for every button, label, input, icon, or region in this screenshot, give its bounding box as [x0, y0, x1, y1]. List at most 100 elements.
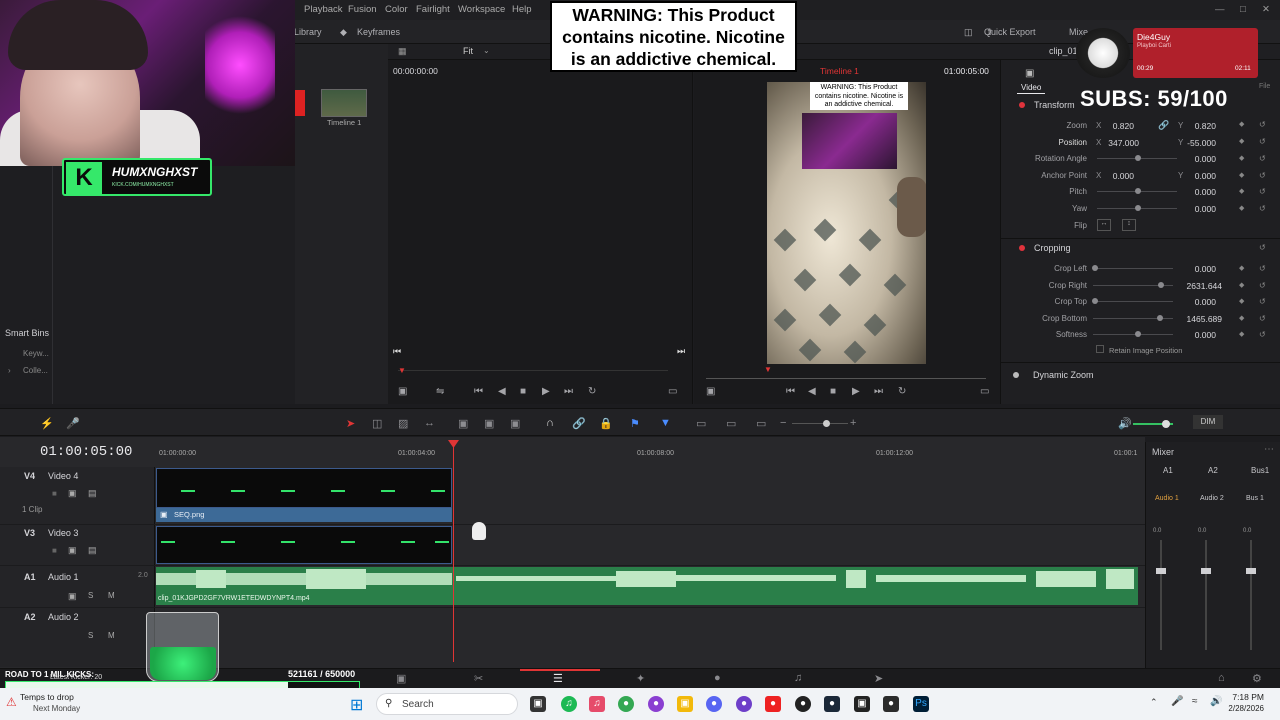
taskbar-search[interactable]: ⚲ Search [376, 693, 518, 715]
fusion-page-icon[interactable]: ✦ [636, 672, 645, 685]
insert-clip-icon[interactable]: ▣ [458, 417, 468, 430]
crop-top-knob[interactable] [1092, 298, 1098, 304]
flag-icon[interactable]: ⚑ [630, 417, 640, 430]
zoom-detail-icon[interactable]: ▭ [726, 417, 736, 430]
taskbar-time[interactable]: 7:18 PM [1224, 692, 1264, 702]
softness-field[interactable]: 0.000 [1172, 330, 1216, 340]
fader-a2[interactable] [1205, 540, 1207, 650]
timeline-selector[interactable]: Timeline 1 [820, 66, 859, 76]
chrome-icon[interactable]: ● [618, 696, 634, 712]
retain-position-checkbox[interactable] [1096, 345, 1104, 353]
auto-select-icon[interactable]: ▣ [68, 488, 77, 499]
keyframe-icon[interactable]: ◆ [1239, 187, 1244, 195]
viewer-layout-icon[interactable]: ▦ [398, 46, 407, 57]
task-view-icon[interactable]: ▣ [530, 696, 546, 712]
video-clip-v3[interactable] [156, 526, 452, 564]
terminal-icon[interactable]: ▣ [854, 696, 870, 712]
edit-page-icon[interactable]: ☰ [553, 672, 563, 685]
track-name-v4[interactable]: Video 4 [48, 471, 78, 481]
menu-fusion[interactable]: Fusion [348, 4, 377, 15]
softness-knob[interactable] [1135, 331, 1141, 337]
volume-icon[interactable]: 🔊 [1118, 417, 1132, 430]
windows-start-icon[interactable]: ⊞ [350, 695, 363, 715]
bin-collections[interactable]: Colle... [23, 366, 48, 375]
zoom-custom-icon[interactable]: ▭ [756, 417, 766, 430]
menu-fairlight[interactable]: Fairlight [416, 4, 450, 15]
keyframes-button[interactable]: Keyframes [357, 27, 400, 37]
menu-playback[interactable]: Playback [304, 4, 343, 15]
keyframe-icon[interactable]: ◆ [1239, 281, 1244, 289]
lock-icon[interactable]: ■ [52, 489, 57, 498]
weather-icon[interactable]: ⚠ [6, 695, 17, 709]
timeline-view-icon[interactable]: ⚡ [40, 417, 54, 430]
audio-clip-a1-label[interactable]: clip_01KJGPD2GF7VRW1ETEDWDYNPT4.mp4 [158, 595, 310, 602]
deliver-page-icon[interactable]: ➤ [874, 672, 883, 685]
auto-select-icon[interactable]: ▣ [68, 591, 77, 602]
source-scrubber[interactable] [398, 370, 668, 371]
reset-icon[interactable]: ↺ [1259, 330, 1266, 339]
reset-icon[interactable]: ↺ [1259, 137, 1266, 146]
go-to-end-icon[interactable]: ⏭ [677, 346, 685, 357]
trim-tool-icon[interactable]: ◫ [372, 417, 382, 430]
lock-icon[interactable]: ■ [52, 546, 57, 555]
crop-left-field[interactable]: 0.000 [1172, 264, 1216, 274]
play-icon[interactable]: ▶ [542, 386, 550, 397]
reset-icon[interactable]: ↺ [1259, 171, 1266, 180]
dynamic-zoom-enable-dot[interactable] [1013, 372, 1019, 378]
snapping-icon[interactable]: ∩ [546, 417, 554, 429]
selection-tool-icon[interactable]: ➤ [346, 417, 355, 430]
track-visibility-icon[interactable]: ▤ [88, 488, 97, 499]
dim-button[interactable]: DIM [1193, 415, 1223, 429]
blade-tool-icon[interactable]: ▨ [398, 417, 408, 430]
media-page-icon[interactable]: ▣ [396, 672, 406, 685]
go-to-start-icon[interactable]: ⏮ [393, 346, 401, 357]
reset-icon[interactable]: ↺ [1259, 204, 1266, 213]
crop-top-field[interactable]: 0.000 [1172, 297, 1216, 307]
timeline-thumbnail[interactable] [321, 89, 367, 117]
crop-top-slider[interactable] [1093, 301, 1173, 302]
reset-icon[interactable]: ↺ [1259, 264, 1266, 273]
keyframe-icon[interactable]: ◆ [1239, 314, 1244, 322]
viewer-mode-icon[interactable]: ▣ [398, 386, 407, 397]
mute-button[interactable]: M [108, 591, 115, 600]
fader-bus1[interactable] [1250, 540, 1252, 650]
match-frame-icon[interactable]: ⇋ [436, 386, 444, 397]
solo-button[interactable]: S [88, 631, 93, 640]
fairlight-page-icon[interactable]: ♫ [794, 672, 802, 684]
skip-back-icon[interactable]: ⏮ [786, 386, 795, 397]
reset-icon[interactable]: ↺ [1259, 281, 1266, 290]
close-icon[interactable]: ✕ [1262, 4, 1270, 15]
program-scrubber[interactable] [706, 378, 986, 379]
program-playhead[interactable]: ▼ [764, 365, 772, 374]
yaw-slider-knob[interactable] [1135, 205, 1141, 211]
chevron-right-icon[interactable]: › [8, 366, 11, 375]
volume-slider-knob[interactable] [1162, 420, 1170, 428]
keyframe-icon[interactable]: ◆ [1239, 154, 1244, 162]
tab-file[interactable]: File [1259, 83, 1270, 90]
skip-forward-icon[interactable]: ⏭ [874, 386, 883, 397]
stop-icon[interactable]: ■ [830, 386, 836, 397]
menu-color[interactable]: Color [385, 4, 408, 15]
chevron-up-icon[interactable]: ⌃ [1150, 697, 1158, 708]
position-x-field[interactable]: 347.000 [1095, 138, 1139, 148]
maximize-icon[interactable]: □ [1240, 4, 1246, 15]
cut-page-icon[interactable]: ✂ [474, 672, 483, 685]
reset-icon[interactable]: ↺ [1259, 154, 1266, 163]
cropping-enable-dot[interactable] [1019, 245, 1025, 251]
track-name-a2[interactable]: Audio 2 [48, 612, 79, 622]
auto-select-icon[interactable]: ▣ [68, 545, 77, 556]
transform-enable-dot[interactable] [1019, 102, 1025, 108]
play-icon[interactable]: ▶ [852, 386, 860, 397]
loop-icon[interactable]: ↻ [898, 386, 906, 397]
keyframe-icon[interactable]: ◆ [1239, 264, 1244, 272]
play-reverse-icon[interactable]: ◀ [808, 386, 816, 397]
spotify-icon[interactable]: ♫ [561, 696, 577, 712]
reset-icon[interactable]: ↺ [1259, 187, 1266, 196]
video-clip-v4[interactable] [156, 468, 452, 508]
file-explorer-icon[interactable]: ▣ [677, 696, 693, 712]
overwrite-clip-icon[interactable]: ▣ [484, 417, 494, 430]
audio-view-icon[interactable]: 🎤 [66, 417, 80, 430]
link-icon[interactable]: 🔗 [1158, 120, 1169, 131]
reset-icon[interactable]: ↺ [1259, 314, 1266, 323]
library-button[interactable]: Library [294, 27, 322, 37]
